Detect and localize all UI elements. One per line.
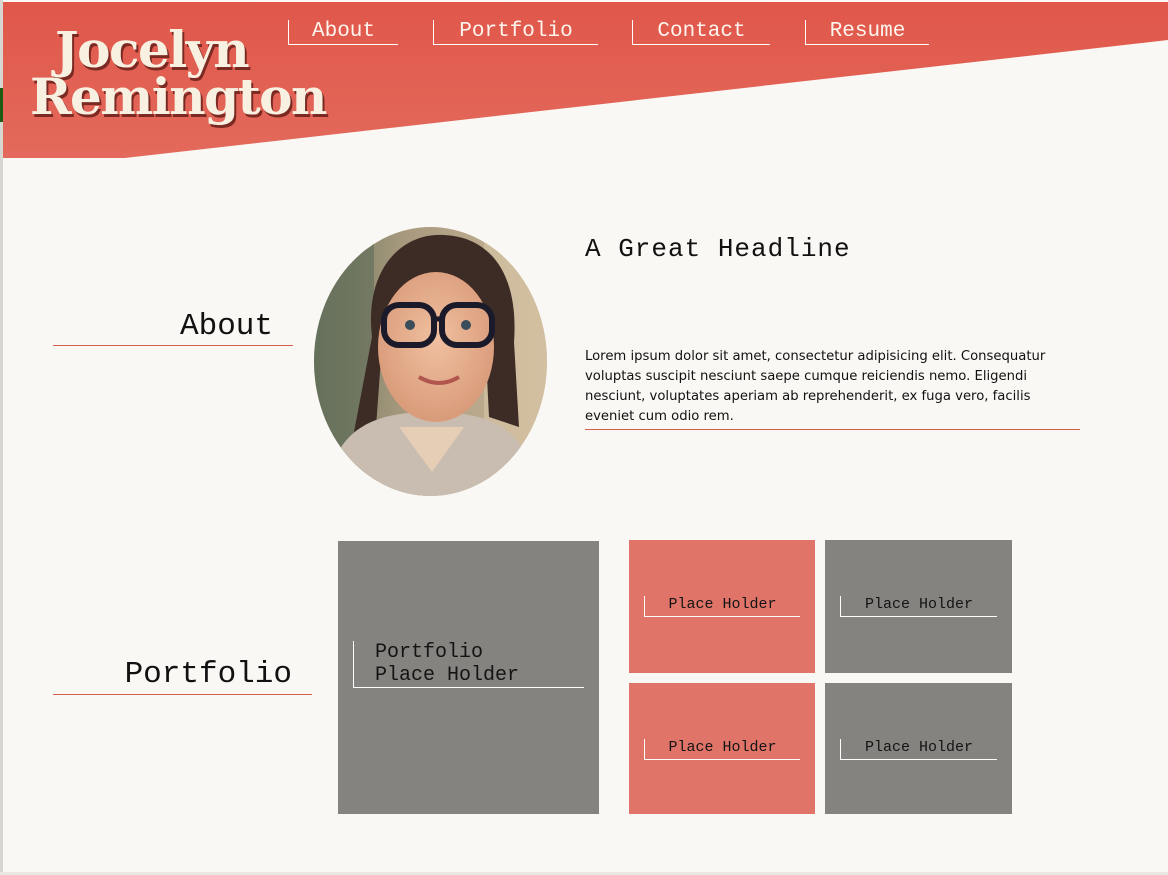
- placeholder-tile-label: Place Holder: [644, 596, 800, 617]
- about-headline: A Great Headline: [585, 234, 851, 264]
- placeholder-tile-3[interactable]: Place Holder: [629, 683, 815, 814]
- nav-about-link[interactable]: About: [288, 20, 398, 45]
- placeholder-tile-label: Place Holder: [644, 739, 800, 760]
- placeholder-tile-2[interactable]: Place Holder: [825, 540, 1012, 673]
- portfolio-main-tile-label: Portfolio Place Holder: [353, 641, 584, 688]
- placeholder-tile-4[interactable]: Place Holder: [825, 683, 1012, 814]
- nav-contact-link[interactable]: Contact: [632, 20, 770, 45]
- nav-portfolio-link[interactable]: Portfolio: [433, 20, 598, 45]
- portfolio-section-label: Portfolio: [124, 657, 292, 692]
- placeholder-tile-1[interactable]: Place Holder: [629, 540, 815, 673]
- logo-last-name: Remington: [30, 67, 327, 126]
- main-tile-line2: Place Holder: [375, 664, 520, 687]
- about-body-text: Lorem ipsum dolor sit amet, consectetur …: [585, 347, 1080, 430]
- portfolio-page: Jocelyn Remington About Portfolio Contac…: [0, 0, 1168, 875]
- logo-first-name: Jocelyn: [55, 20, 250, 79]
- main-tile-line1: Portfolio: [375, 641, 484, 664]
- placeholder-tile-label: Place Holder: [840, 739, 997, 760]
- about-section-label: About: [179, 309, 273, 344]
- profile-photo: [314, 227, 547, 496]
- portfolio-section-heading: Portfolio: [53, 656, 312, 695]
- portfolio-main-tile[interactable]: Portfolio Place Holder: [338, 541, 599, 814]
- placeholder-tile-label: Place Holder: [840, 596, 997, 617]
- about-section-heading: About: [53, 309, 293, 346]
- nav-resume-link[interactable]: Resume: [805, 20, 929, 45]
- site-logo[interactable]: Jocelyn Remington: [30, 20, 327, 126]
